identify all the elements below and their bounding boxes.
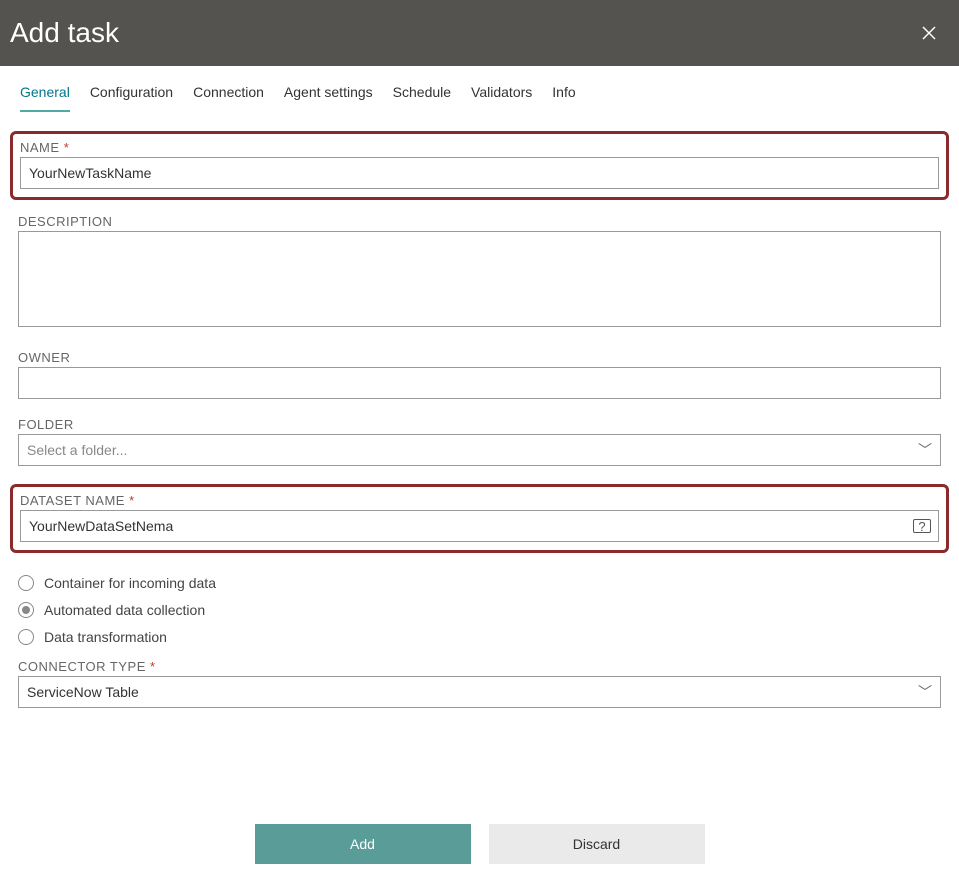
tab-bar: General Configuration Connection Agent s… <box>0 66 959 113</box>
owner-input[interactable] <box>18 367 941 399</box>
required-marker-icon: * <box>150 659 156 674</box>
radio-data-transformation[interactable]: Data transformation <box>18 629 941 645</box>
radio-container-incoming[interactable]: Container for incoming data <box>18 575 941 591</box>
folder-label: FOLDER <box>18 417 941 432</box>
connector-type-label: CONNECTOR TYPE * <box>18 659 941 674</box>
radio-icon <box>18 602 34 618</box>
dialog-title: Add task <box>10 17 119 49</box>
name-label-text: NAME <box>20 140 60 155</box>
tab-agent-settings[interactable]: Agent settings <box>284 80 373 112</box>
add-button[interactable]: Add <box>255 824 471 864</box>
close-icon <box>921 25 937 41</box>
radio-icon <box>18 575 34 591</box>
connector-type-label-text: CONNECTOR TYPE <box>18 659 146 674</box>
description-label: DESCRIPTION <box>18 214 941 229</box>
name-input[interactable] <box>20 157 939 189</box>
chevron-down-icon: ﹀ <box>918 440 932 460</box>
name-highlight-box: NAME * <box>10 131 949 200</box>
task-type-radio-group: Container for incoming data Automated da… <box>18 575 941 645</box>
tab-schedule[interactable]: Schedule <box>393 80 451 112</box>
radio-icon <box>18 629 34 645</box>
dataset-name-input[interactable] <box>20 510 939 542</box>
tab-configuration[interactable]: Configuration <box>90 80 173 112</box>
name-label: NAME * <box>20 140 939 155</box>
form-content: NAME * DESCRIPTION OWNER FOLDER Select a… <box>0 113 959 708</box>
folder-placeholder: Select a folder... <box>27 442 127 458</box>
dataset-name-label: DATASET NAME * <box>20 493 939 508</box>
dataset-highlight-box: DATASET NAME * ? <box>10 484 949 553</box>
chevron-down-icon: ﹀ <box>918 682 932 702</box>
required-marker-icon: * <box>64 140 70 155</box>
connector-type-select[interactable]: ServiceNow Table ﹀ <box>18 676 941 708</box>
tab-validators[interactable]: Validators <box>471 80 532 112</box>
tab-general[interactable]: General <box>20 80 70 112</box>
dialog-header: Add task <box>0 0 959 66</box>
tab-connection[interactable]: Connection <box>193 80 264 112</box>
close-button[interactable] <box>915 19 943 47</box>
radio-label: Container for incoming data <box>44 575 216 591</box>
tab-info[interactable]: Info <box>552 80 575 112</box>
radio-label: Automated data collection <box>44 602 205 618</box>
discard-button[interactable]: Discard <box>489 824 705 864</box>
dataset-name-label-text: DATASET NAME <box>20 493 125 508</box>
required-marker-icon: * <box>129 493 135 508</box>
radio-automated-collection[interactable]: Automated data collection <box>18 602 941 618</box>
help-icon[interactable]: ? <box>913 519 931 533</box>
radio-label: Data transformation <box>44 629 167 645</box>
description-input[interactable] <box>18 231 941 327</box>
dialog-footer: Add Discard <box>0 824 959 864</box>
folder-select[interactable]: Select a folder... ﹀ <box>18 434 941 466</box>
owner-label: OWNER <box>18 350 941 365</box>
connector-type-value: ServiceNow Table <box>27 684 139 700</box>
